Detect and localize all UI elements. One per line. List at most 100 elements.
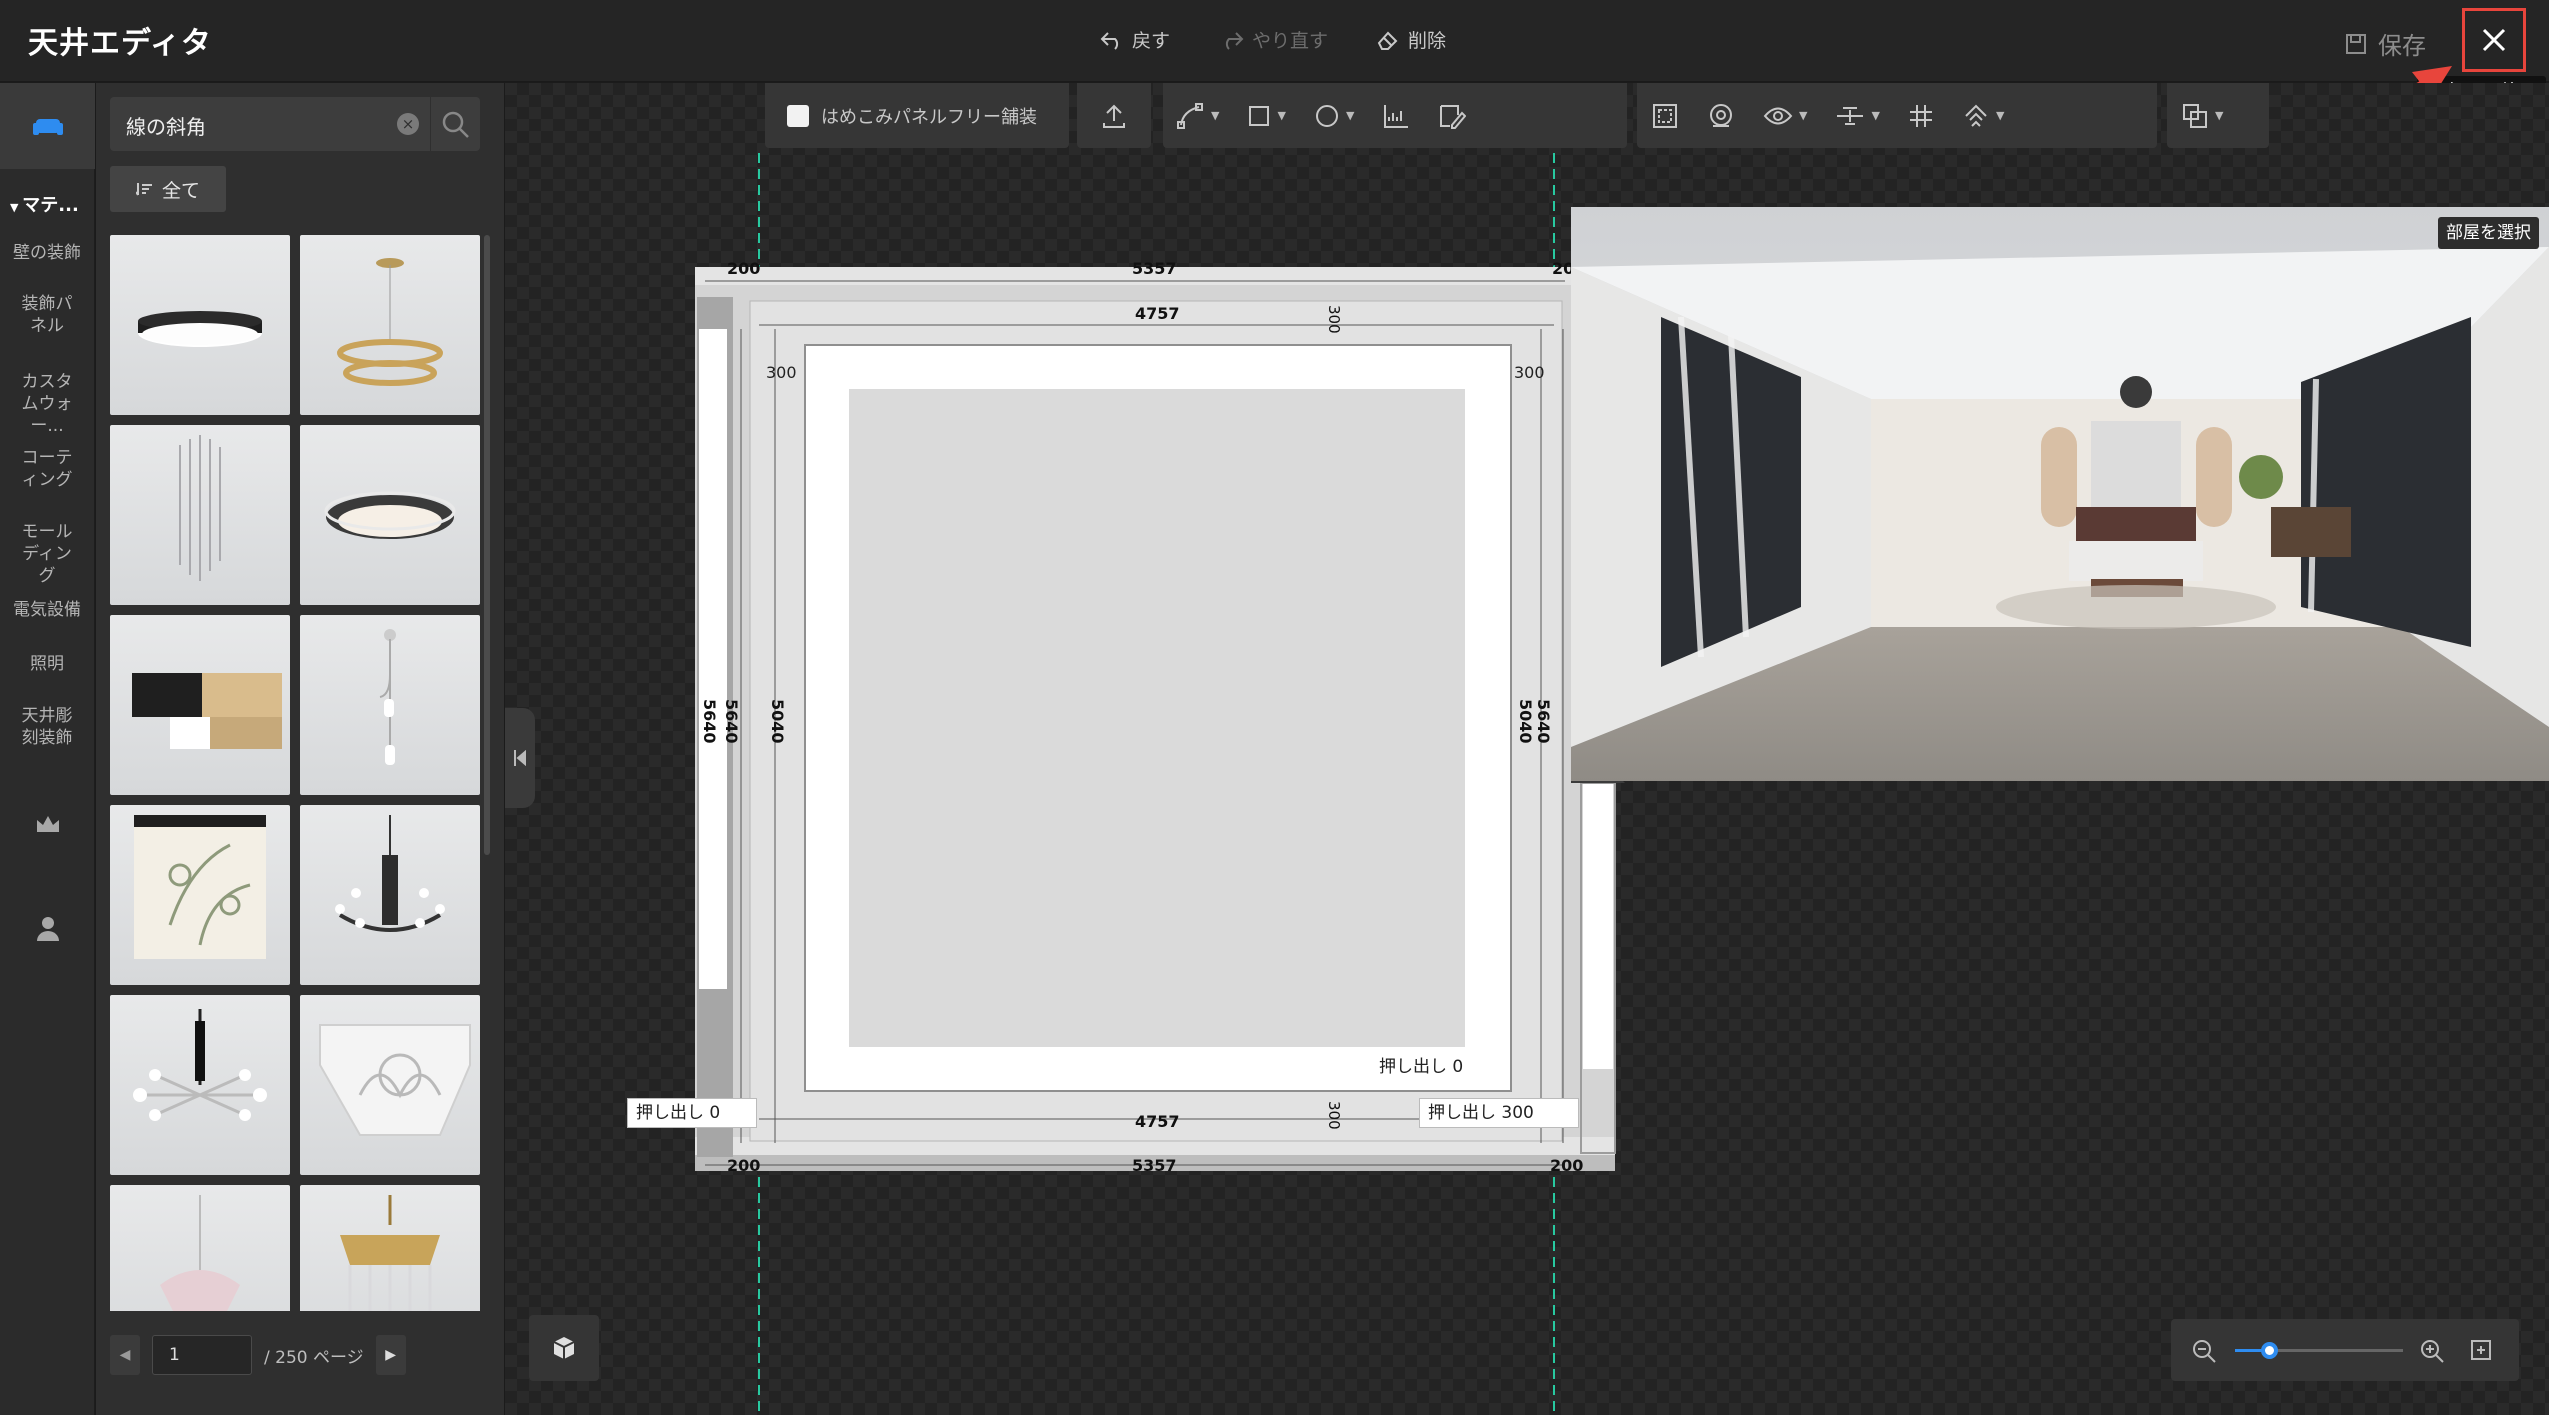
undo-label: 戻す <box>1132 30 1171 52</box>
align-button[interactable]: ▼ <box>1821 83 1893 148</box>
zoom-control <box>2171 1319 2519 1381</box>
product-tile-gold-crystal-chandelier[interactable] <box>300 1185 480 1311</box>
rail-section-materials[interactable]: ▼ マテ... <box>10 191 79 217</box>
top-bar: 天井エディタ 戻す やり直す 削除 保存 <box>0 0 2549 82</box>
catalog-scrollbar[interactable] <box>484 235 490 855</box>
next-page-button[interactable]: ▶ <box>375 1335 406 1375</box>
zoom-slider[interactable] <box>2235 1342 2403 1359</box>
close-button[interactable] <box>2462 8 2526 72</box>
extrude-inner-label[interactable]: 押し出し 0 <box>1371 1053 1471 1083</box>
circle-tool-button[interactable]: ▼ <box>1300 83 1368 148</box>
product-tile-pendant-drop-light[interactable] <box>300 615 480 795</box>
catalog-panel: 線の斜角 × 全て ◀ 1 / 250 ページ ▶ <box>96 83 504 1415</box>
chevron-down-icon: ▼ <box>1995 109 2005 122</box>
toolbar-upload-group <box>1077 83 1151 148</box>
upload-icon[interactable] <box>1101 103 1127 129</box>
rail-item-wall-decor[interactable]: 壁の装飾 <box>4 242 90 264</box>
crystal-pendant-pink-icon <box>160 1195 240 1311</box>
prev-page-button[interactable]: ◀ <box>110 1335 140 1375</box>
search-icon[interactable] <box>440 109 472 141</box>
rail-item-decor-panel[interactable]: 装飾パネル <box>4 293 90 337</box>
extrude-left-field[interactable]: 押し出し 0 <box>627 1098 757 1128</box>
search-box: 線の斜角 × <box>110 97 480 151</box>
eraser-icon <box>1377 31 1398 50</box>
sofa-icon <box>32 119 63 135</box>
dim-offset-top-vertical: 300 <box>1325 305 1343 334</box>
dim-inner-width-bottom: 4757 <box>1135 1112 1180 1131</box>
undo-button[interactable]: 戻す <box>1100 26 1170 53</box>
product-tile-iron-chandelier[interactable] <box>300 805 480 985</box>
room-render-image <box>1571 207 2549 781</box>
dim-offset-left: 300 <box>766 363 797 382</box>
rail-item-molding[interactable]: モールディング <box>4 521 90 587</box>
3d-preview[interactable]: 部屋を選択 <box>1571 207 2549 781</box>
delete-label: 削除 <box>1408 30 1447 52</box>
recess-panel-toggle[interactable]: はめこみパネルフリー舗装 <box>765 103 1059 129</box>
page-number-input[interactable]: 1 <box>152 1335 252 1375</box>
product-tile-ceiling-light-round[interactable] <box>110 235 290 415</box>
zoom-out-icon[interactable] <box>2191 1338 2217 1364</box>
collapse-panel-button[interactable] <box>505 708 535 808</box>
eye-icon <box>1763 107 1793 124</box>
crown-icon[interactable] <box>30 806 66 842</box>
rail-item-coating[interactable]: コーティング <box>4 447 90 491</box>
delete-button[interactable]: 削除 <box>1376 26 1446 53</box>
select-area-icon <box>1653 103 1677 128</box>
chevron-down-icon: ▼ <box>2215 109 2224 122</box>
product-tile-wood-block-light[interactable] <box>110 615 290 795</box>
dim-outer-width-bottom: 5357 <box>1132 1156 1177 1175</box>
rectangle-tool-button[interactable]: ▼ <box>1233 83 1299 148</box>
save-button[interactable]: 保存 <box>2344 26 2426 61</box>
zoom-in-icon[interactable] <box>2419 1338 2445 1364</box>
snap-button[interactable]: ▼ <box>1948 83 2018 148</box>
dim-height-right-outer: 5640 <box>1534 699 1553 744</box>
user-icon[interactable] <box>30 910 66 946</box>
visibility-button[interactable]: ▼ <box>1749 83 1821 148</box>
product-tile-crystal-rain-chandelier[interactable] <box>110 425 290 605</box>
rail-item-electrical[interactable]: 電気設備 <box>4 599 90 621</box>
layers-button[interactable]: ▼ <box>2167 83 2237 148</box>
select-area-button[interactable] <box>1637 83 1693 148</box>
gold-ring-chandelier-icon <box>337 258 443 386</box>
rail-item-custom-wall[interactable]: カスタムウォー... <box>4 371 90 437</box>
edit-tool-button[interactable] <box>1424 83 1480 148</box>
product-tile-sputnik-pendant[interactable] <box>110 995 290 1175</box>
filter-all-button[interactable]: 全て <box>110 166 226 212</box>
redo-button[interactable]: やり直す <box>1220 26 1328 53</box>
rail-item-lighting[interactable]: 照明 <box>4 653 90 675</box>
extrude-right-field[interactable]: 押し出し 300 <box>1419 1098 1579 1128</box>
align-icon <box>1837 106 1864 125</box>
design-canvas[interactable]: 200 5357 20 4757 4757 200 5357 200 300 3… <box>505 83 2549 1415</box>
rail-item-ceiling-carving[interactable]: 天井彫刻装飾 <box>4 705 90 749</box>
layers-icon <box>2183 103 2207 128</box>
fit-view-icon[interactable] <box>2469 1338 2493 1362</box>
dim-height-right-inner: 5040 <box>1516 699 1535 744</box>
iron-chandelier-icon <box>335 815 445 932</box>
select-room-button[interactable]: 部屋を選択 <box>2438 217 2539 249</box>
clear-search-icon[interactable]: × <box>397 113 419 135</box>
grid-button[interactable] <box>1894 83 1948 148</box>
rail-materials-tab[interactable] <box>0 83 95 169</box>
lasso-button[interactable] <box>1693 83 1749 148</box>
edit-icon <box>1440 104 1467 129</box>
gold-crystal-chandelier-icon <box>340 1195 440 1311</box>
chevron-down-icon: ▼ <box>1871 109 1880 122</box>
toolbar-draw-group: ▼ ▼ ▼ <box>1163 83 1627 148</box>
undo-icon <box>1100 31 1119 50</box>
ruler-tool-button[interactable] <box>1368 83 1424 148</box>
product-tile-gold-ring-chandelier[interactable] <box>300 235 480 415</box>
search-input[interactable]: 線の斜角 <box>126 111 206 140</box>
product-tile-crystal-pendant-pink[interactable] <box>110 1185 290 1311</box>
zoom-slider-handle[interactable] <box>2261 1342 2278 1359</box>
product-tile-fabric-drum-light[interactable] <box>110 805 290 985</box>
crystal-rain-chandelier-icon <box>179 435 221 581</box>
sputnik-pendant-icon <box>133 1009 267 1121</box>
product-grid <box>110 235 480 1311</box>
product-tile-oval-flush-light[interactable] <box>300 425 480 605</box>
product-tile-carved-corbel[interactable] <box>300 995 480 1175</box>
path-tool-icon <box>1177 102 1203 129</box>
3d-view-toggle[interactable] <box>529 1315 599 1381</box>
recess-checkbox[interactable] <box>787 104 809 127</box>
path-tool-button[interactable]: ▼ <box>1163 83 1233 148</box>
pagination: ◀ 1 / 250 ページ ▶ <box>110 1335 406 1375</box>
